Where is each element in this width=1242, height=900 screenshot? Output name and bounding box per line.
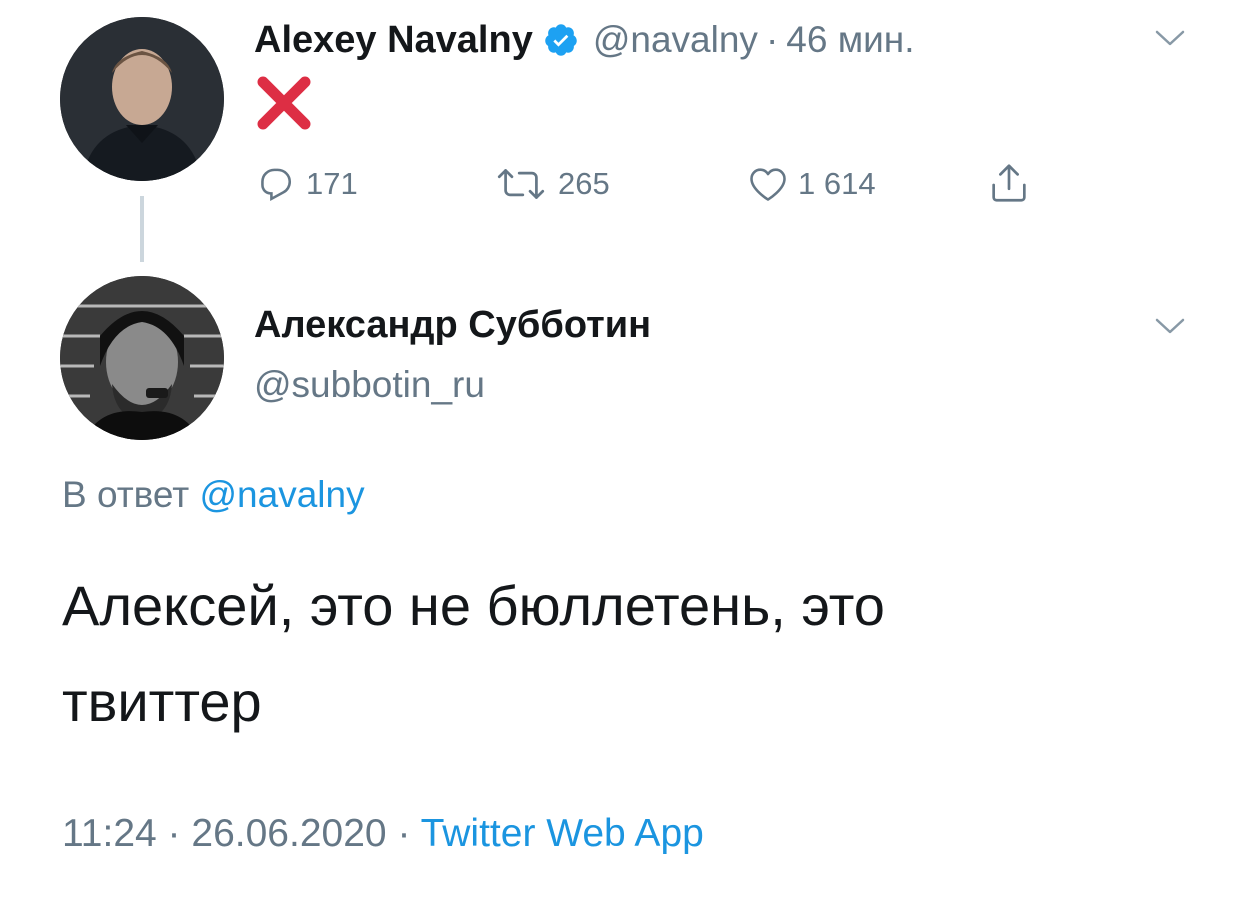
reply-text: Алексей, это не бюллетень, это твиттер xyxy=(62,558,885,750)
reply-to-line: В ответ @navalny xyxy=(62,474,365,516)
avatar-navalny[interactable] xyxy=(60,17,224,181)
reply-to-handle[interactable]: @navalny xyxy=(200,474,365,515)
reply-text-line-2: твиттер xyxy=(62,670,262,733)
reply-to-prefix: В ответ xyxy=(62,474,190,515)
red-cross-icon xyxy=(255,74,313,132)
like-count: 1 614 xyxy=(798,166,876,201)
timestamp-date[interactable]: 26.06.2020 xyxy=(191,812,386,855)
author-name[interactable]: Alexey Navalny xyxy=(254,19,533,62)
thread-line xyxy=(140,196,144,262)
reply-text-line-1: Алексей, это не бюллетень, это xyxy=(62,574,885,637)
reply-icon xyxy=(261,168,292,202)
reply-menu-chevron-icon[interactable] xyxy=(1154,316,1186,336)
like-action[interactable]: 1 614 xyxy=(746,162,876,206)
tweet-time[interactable]: 46 мин. xyxy=(786,19,914,61)
reply-author-name[interactable]: Александр Субботин xyxy=(254,304,651,347)
share-action[interactable] xyxy=(986,160,1032,206)
verified-badge-icon xyxy=(543,22,579,58)
tweet-header: Alexey Navalny @navalny · 46 мин. xyxy=(254,14,915,66)
tweet-timestamp: 11:24 · 26.06.2020 · Twitter Web App xyxy=(62,812,704,856)
timestamp-time[interactable]: 11:24 xyxy=(62,812,157,855)
reply-count: 171 xyxy=(306,166,358,201)
header-separator: · xyxy=(765,19,779,60)
tweet-menu-chevron-icon[interactable] xyxy=(1154,28,1186,48)
avatar-navalny-image xyxy=(60,17,224,181)
timestamp-separator-2: · xyxy=(397,812,411,855)
tweet-source-link[interactable]: Twitter Web App xyxy=(421,812,704,855)
timestamp-separator-1: · xyxy=(167,812,181,855)
heart-icon xyxy=(750,168,786,201)
avatar-subbotin[interactable] xyxy=(60,276,224,440)
reply-action[interactable]: 171 xyxy=(254,162,358,206)
share-icon xyxy=(992,164,1026,202)
author-handle[interactable]: @navalny xyxy=(593,19,758,61)
avatar-subbotin-image xyxy=(60,276,224,440)
retweet-icon xyxy=(497,169,545,199)
retweet-action[interactable]: 265 xyxy=(492,162,610,206)
retweet-count: 265 xyxy=(558,166,610,201)
reply-author-handle[interactable]: @subbotin_ru xyxy=(254,364,485,406)
